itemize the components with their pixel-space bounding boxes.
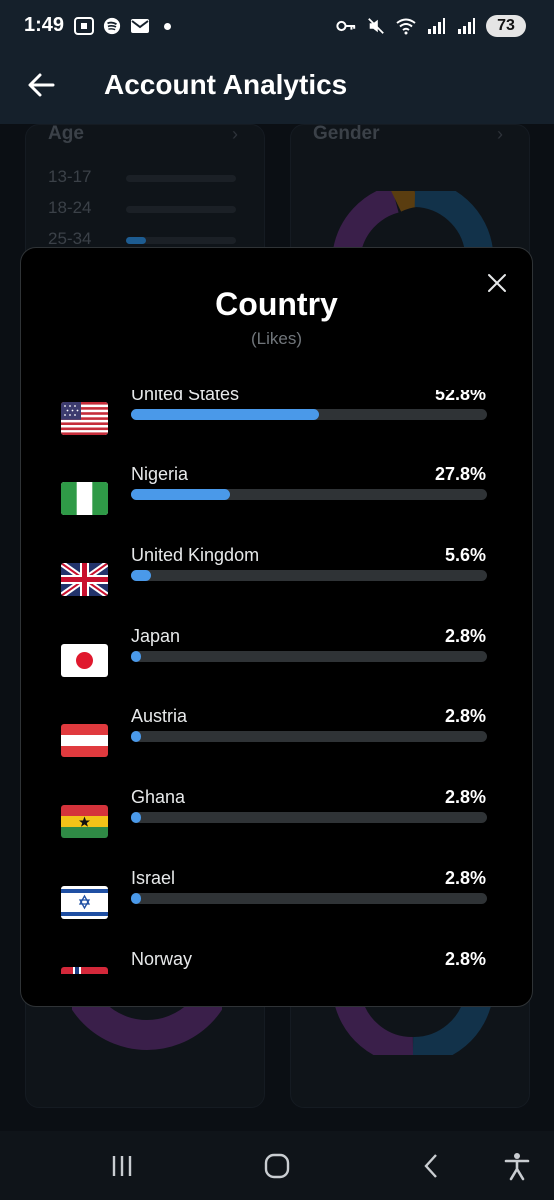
- gender-card-title: Gender: [313, 123, 380, 144]
- progress-track: [131, 731, 487, 742]
- spotify-icon: [103, 17, 121, 35]
- chevron-right-icon: ›: [232, 124, 238, 144]
- list-item: United States 52.8%: [21, 390, 532, 471]
- list-item: United Kingdom 5.6%: [21, 545, 532, 632]
- country-percent: 2.8%: [444, 787, 486, 807]
- page-title: Account Analytics: [104, 69, 348, 100]
- country-percent: 27.8%: [434, 464, 486, 484]
- progress-track: [131, 409, 487, 420]
- progress-fill: [131, 409, 319, 420]
- progress-fill: [131, 489, 230, 500]
- progress-fill: [131, 651, 141, 662]
- progress-track: [131, 651, 487, 662]
- ng-flag-icon: [61, 482, 108, 515]
- accessibility-icon[interactable]: [502, 1151, 532, 1181]
- country-name: Ghana: [131, 787, 186, 807]
- wifi-icon: [396, 18, 416, 35]
- country-name: United States: [131, 390, 240, 404]
- country-dialog: Country (Likes) United States 52.8% Nige…: [20, 247, 533, 1007]
- age-row-bar: [126, 175, 236, 182]
- status-right-icons: 73: [336, 15, 526, 37]
- home-icon[interactable]: [262, 1151, 292, 1181]
- country-name: Nigeria: [131, 464, 189, 484]
- age-row-bar: [126, 237, 236, 244]
- progress-fill: [131, 893, 141, 904]
- jp-flag-icon: [61, 644, 108, 677]
- gender-donut-top: [333, 191, 493, 251]
- progress-fill: [131, 812, 141, 823]
- country-percent: 2.8%: [444, 949, 486, 969]
- chevron-right-icon: ›: [497, 124, 503, 144]
- us-flag-icon: [61, 402, 108, 435]
- country-name: Norway: [131, 949, 193, 969]
- list-item: Ghana 2.8%: [21, 787, 532, 874]
- progress-fill: [131, 731, 141, 742]
- country-percent: 5.6%: [444, 545, 486, 565]
- recent-apps-icon[interactable]: [107, 1151, 137, 1181]
- list-item: Nigeria 27.8%: [21, 464, 532, 551]
- country-name: Austria: [131, 706, 188, 726]
- signal-icon: [458, 18, 475, 34]
- country-percent: 2.8%: [444, 626, 486, 646]
- age-row-label: 18-24: [48, 198, 92, 217]
- progress-fill: [131, 570, 151, 581]
- mute-icon: [368, 18, 384, 34]
- app-header: Account Analytics: [0, 54, 554, 124]
- progress-track: [131, 893, 487, 904]
- country-percent: 2.8%: [444, 868, 486, 888]
- list-item: Israel 2.8%: [21, 868, 532, 955]
- system-nav-bar: [0, 1131, 554, 1200]
- notification-dot-icon: [164, 22, 171, 30]
- status-bar: 1:49 73: [0, 0, 554, 54]
- screenshot-icon: [74, 17, 94, 35]
- country-list[interactable]: United States 52.8% Nigeria 27.8% United…: [21, 390, 532, 974]
- country-name: Japan: [131, 626, 181, 646]
- signal-icon: [428, 18, 445, 34]
- country-name: Israel: [131, 868, 176, 888]
- country-percent: 52.8%: [434, 390, 486, 404]
- list-item: Austria 2.8%: [21, 706, 532, 793]
- mail-icon: [131, 19, 149, 33]
- gb-flag-icon: [61, 563, 108, 596]
- at-flag-icon: [61, 724, 108, 757]
- age-row-label: 25-34: [48, 229, 92, 248]
- list-item: Japan 2.8%: [21, 626, 532, 713]
- status-left-icons: [74, 17, 171, 35]
- back-arrow-icon[interactable]: [26, 70, 56, 100]
- gh-flag-icon: [61, 805, 108, 838]
- age-row-bar: [126, 206, 236, 213]
- status-time: 1:49: [24, 14, 65, 36]
- country-percent: 2.8%: [444, 706, 486, 726]
- progress-track: [131, 812, 487, 823]
- progress-track: [131, 489, 487, 500]
- progress-track: [131, 570, 487, 581]
- battery-indicator: 73: [486, 15, 526, 37]
- back-icon[interactable]: [417, 1151, 447, 1181]
- no-flag-icon: [61, 967, 108, 974]
- key-icon: [336, 20, 356, 32]
- age-card-title: Age: [48, 123, 84, 144]
- country-name: United Kingdom: [131, 545, 260, 565]
- il-flag-icon: [61, 886, 108, 919]
- age-row-label: 13-17: [48, 167, 92, 186]
- dialog-title: Country: [215, 286, 338, 322]
- list-item: Norway 2.8%: [21, 949, 532, 974]
- dialog-subtitle: (Likes): [250, 329, 302, 348]
